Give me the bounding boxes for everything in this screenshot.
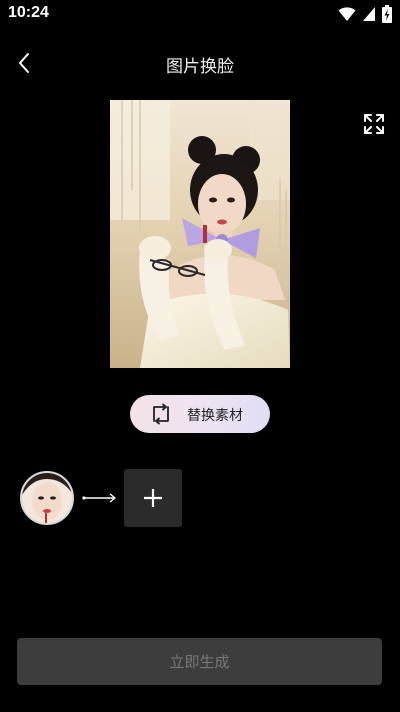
page-title: 图片换脸 bbox=[166, 57, 234, 77]
replace-material-label: 替换素材 bbox=[187, 408, 243, 424]
fullscreen-button[interactable] bbox=[362, 112, 386, 136]
face-thumbnail-image bbox=[22, 473, 72, 523]
plus-icon bbox=[144, 489, 162, 507]
replace-icon bbox=[153, 403, 169, 425]
fullscreen-expand-icon bbox=[364, 114, 384, 134]
battery-charging-icon bbox=[382, 5, 392, 23]
status-bar: 10:24 bbox=[0, 0, 400, 28]
wifi-icon bbox=[338, 7, 356, 21]
add-face-button[interactable] bbox=[124, 469, 182, 527]
long-arrow-right-icon bbox=[82, 493, 117, 503]
generate-now-button[interactable]: 立即生成 bbox=[17, 638, 382, 685]
template-photo[interactable] bbox=[110, 100, 290, 368]
generate-now-label: 立即生成 bbox=[169, 653, 230, 671]
status-time: 10:24 bbox=[8, 4, 49, 21]
status-icons bbox=[338, 5, 392, 23]
portrait-illustration bbox=[110, 100, 290, 368]
signal-icon bbox=[363, 7, 375, 21]
replace-material-button[interactable]: 替换素材 bbox=[130, 395, 270, 433]
nav-bar: 图片换脸 bbox=[0, 40, 400, 86]
source-face-thumbnail[interactable] bbox=[20, 471, 74, 525]
